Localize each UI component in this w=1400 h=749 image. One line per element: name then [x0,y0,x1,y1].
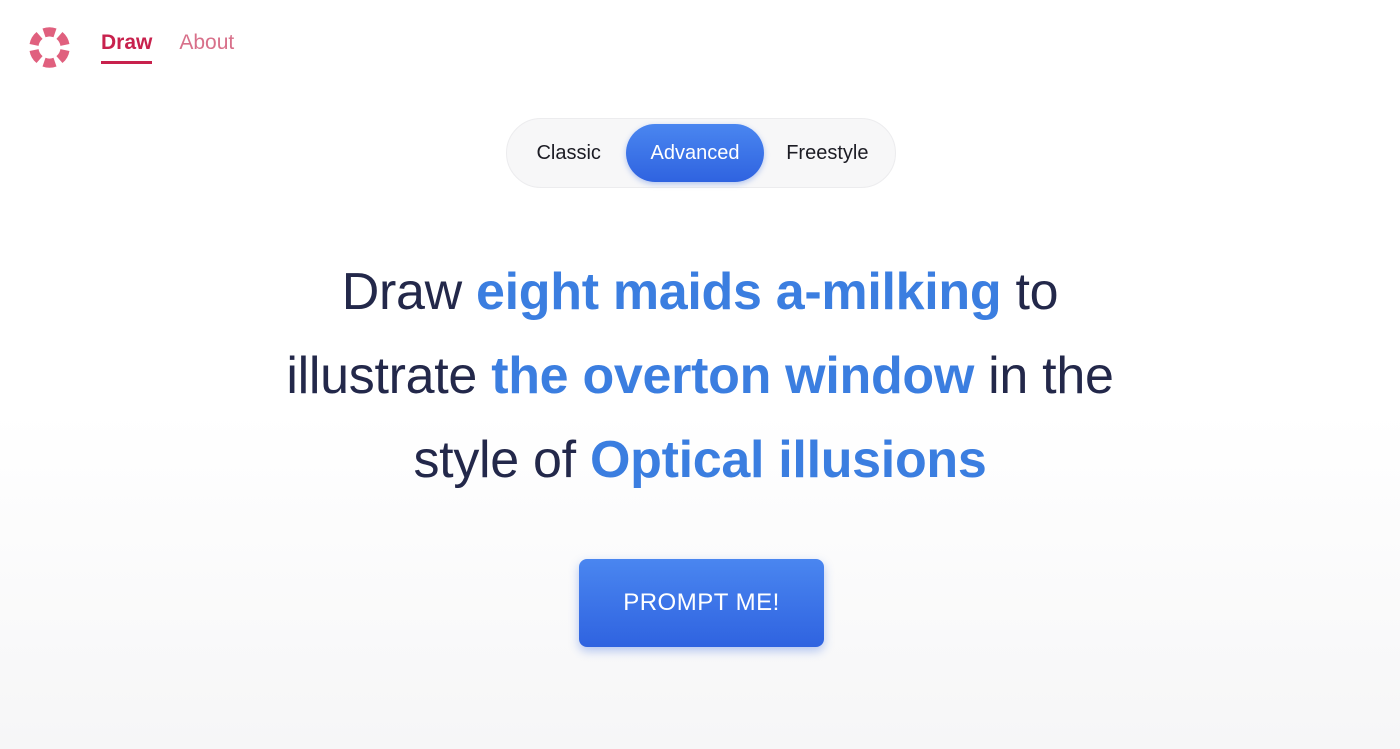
prompt-me-button[interactable]: PROMPT ME! [579,559,824,647]
prompt-subject: eight maids a-milking [476,263,1002,321]
prompt-text: to [1001,263,1059,321]
mode-selector: Classic Advanced Freestyle [506,118,896,188]
prompt-concept: the overton window [491,347,975,405]
header: Draw About [0,0,1400,90]
prompt-line-1: Draw eight maids a-milking to [200,250,1200,334]
prompt-line-3: style of Optical illusions [200,418,1200,502]
mode-classic-tab[interactable]: Classic [511,124,626,182]
nav-about-link[interactable]: About [179,30,234,64]
main-nav: Draw About [101,30,234,64]
prompt-text: in the [974,347,1114,405]
nav-draw-link[interactable]: Draw [101,30,153,64]
prompt-headline: Draw eight maids a-milking to illustrate… [200,250,1200,502]
prompt-style: Optical illusions [589,431,987,489]
prompt-text: style of [413,431,590,489]
lifebuoy-logo-icon[interactable] [29,27,70,68]
mode-freestyle-tab[interactable]: Freestyle [764,124,891,182]
prompt-line-2: illustrate the overton window in the [200,334,1200,418]
prompt-text: Draw [341,263,476,321]
prompt-text: illustrate [286,347,492,405]
mode-advanced-tab[interactable]: Advanced [626,124,764,182]
